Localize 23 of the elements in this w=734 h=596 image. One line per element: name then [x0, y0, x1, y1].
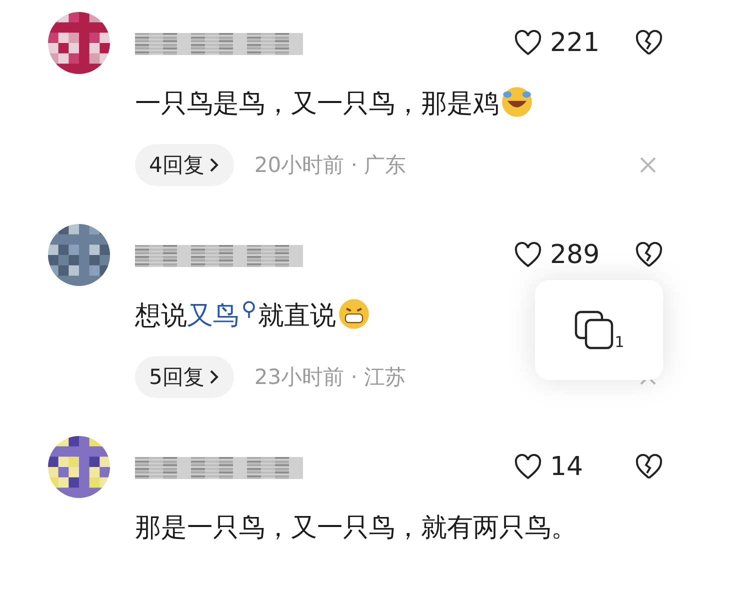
time-location: 23小时前 · 江苏 [254, 364, 406, 391]
copy-icon [574, 310, 614, 350]
time-location: 20小时前 · 广东 [254, 152, 406, 179]
broken-heart-icon[interactable] [634, 242, 664, 268]
chevron-icon [208, 156, 220, 174]
emoji-icon [338, 298, 370, 330]
heart-icon[interactable] [514, 454, 542, 480]
copy-menu[interactable]: 1 [535, 280, 663, 380]
comment-text: 那是一只鸟，又一只鸟，就有两只鸟。 [135, 512, 578, 545]
broken-heart-icon[interactable] [634, 454, 664, 480]
search-icon[interactable] [242, 300, 258, 320]
replies-button[interactable]: 4回复 [135, 144, 234, 186]
like-count: 14 [550, 452, 584, 482]
chevron-icon [208, 368, 220, 386]
heart-icon[interactable] [514, 242, 542, 268]
broken-heart-icon[interactable] [634, 30, 664, 56]
replies-button[interactable]: 5回复 [135, 356, 234, 398]
like-count: 289 [550, 240, 600, 270]
search-link[interactable]: 又鸟 [187, 301, 258, 331]
emoji-icon [501, 86, 533, 118]
like-count: 221 [550, 28, 600, 58]
heart-icon[interactable] [514, 30, 542, 56]
comment-text: 一只鸟是鸟，又一只鸟，那是鸡 [135, 82, 601, 126]
